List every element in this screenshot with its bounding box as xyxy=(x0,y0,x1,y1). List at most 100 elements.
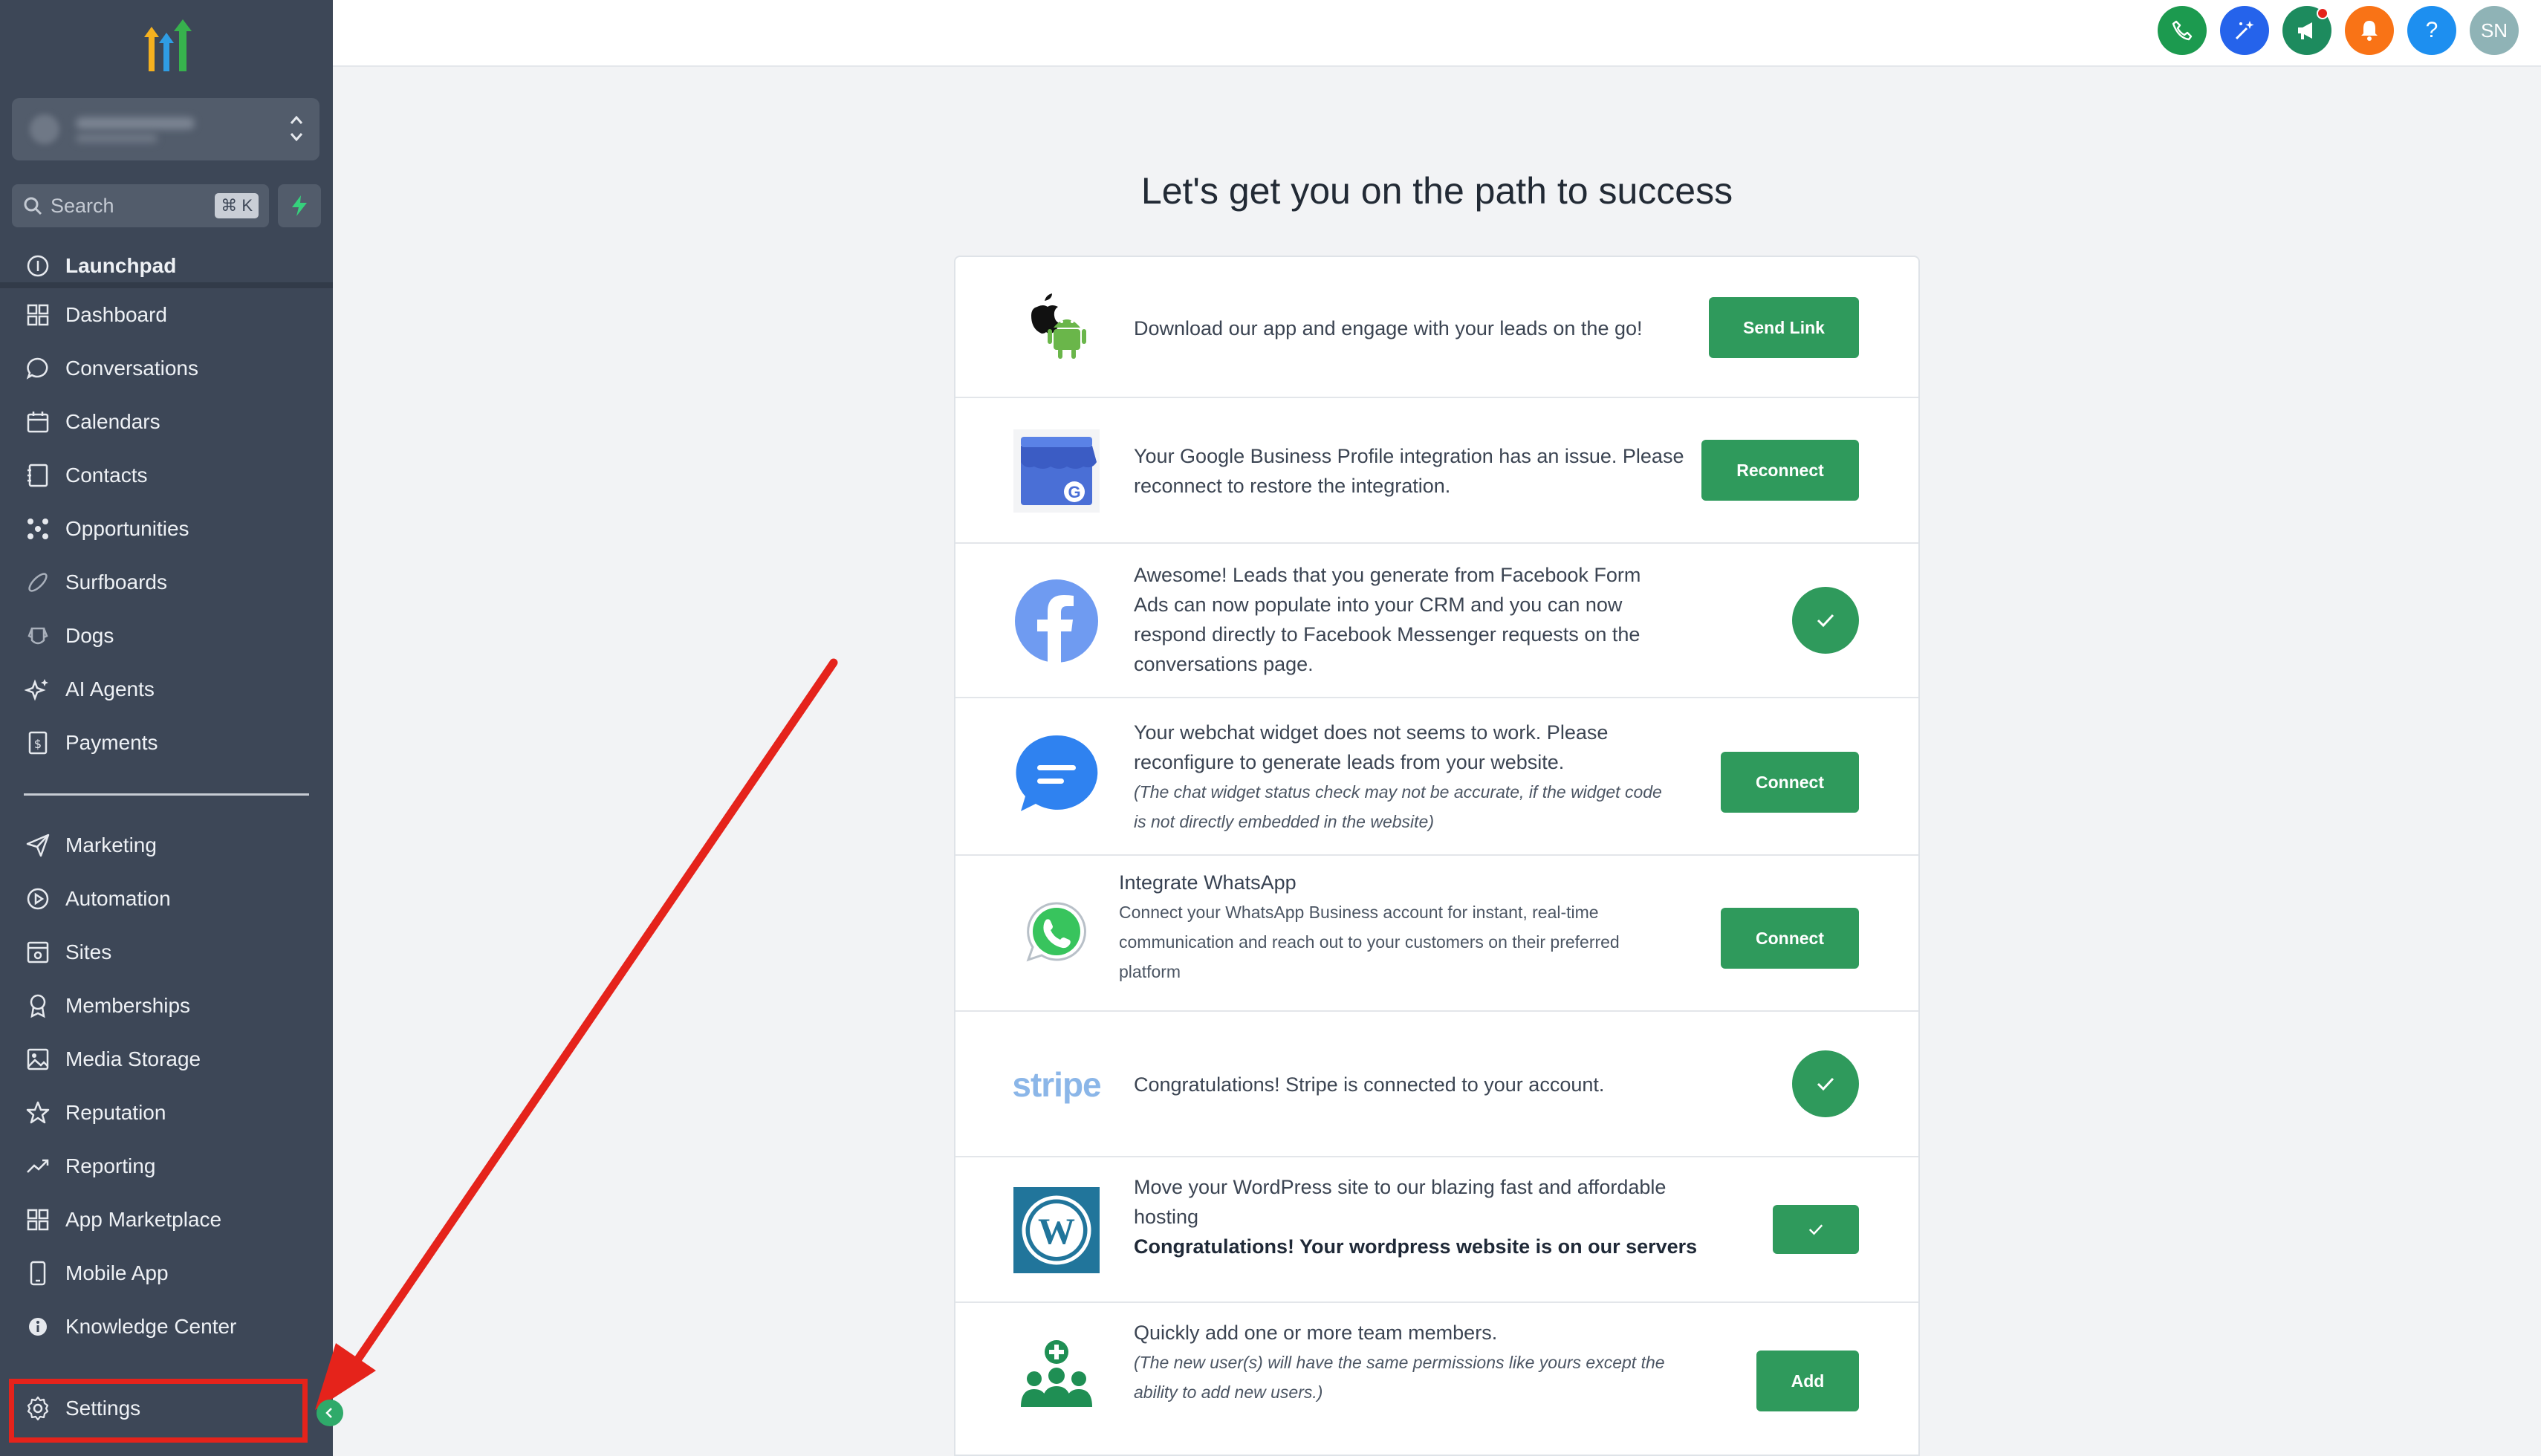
account-switcher[interactable] xyxy=(12,98,319,160)
sidebar: Search ⌘ K Launchpad Dashboard Conversat… xyxy=(0,0,333,1456)
sidebar-item-dashboard[interactable]: Dashboard xyxy=(0,288,333,342)
sidebar-item-conversations[interactable]: Conversations xyxy=(0,342,333,395)
sidebar-item-mobile-app[interactable]: Mobile App xyxy=(0,1247,333,1300)
sidebar-item-ai-agents[interactable]: AI Agents xyxy=(0,663,333,716)
sidebar-item-launchpad[interactable]: Launchpad xyxy=(0,250,333,287)
google-business-icon: G xyxy=(1012,426,1101,516)
sidebar-item-reporting[interactable]: Reporting xyxy=(0,1140,333,1193)
lightning-icon xyxy=(292,195,307,216)
sidebar-item-label: Dashboard xyxy=(65,303,167,326)
row-note: (The chat widget status check may not be… xyxy=(1134,782,1662,831)
sidebar-item-label: AI Agents xyxy=(65,677,155,701)
sidebar-item-knowledge-center[interactable]: Knowledge Center xyxy=(0,1300,333,1353)
contacts-icon xyxy=(24,461,52,490)
sidebar-item-payments[interactable]: $ Payments xyxy=(0,716,333,770)
sidebar-item-sites[interactable]: Sites xyxy=(0,926,333,979)
row-text: Download our app and engage with your le… xyxy=(1134,317,1643,339)
checklist-row-team: Quickly add one or more team members. (T… xyxy=(955,1303,1918,1456)
opportunities-icon xyxy=(24,515,52,543)
checkmark-icon xyxy=(1808,1224,1823,1235)
sidebar-item-label: Automation xyxy=(65,887,171,910)
phone-button[interactable] xyxy=(2158,6,2207,55)
top-bar: ? SN xyxy=(333,0,2541,67)
notifications-button[interactable] xyxy=(2345,6,2394,55)
star-icon xyxy=(24,1099,52,1127)
grid-icon xyxy=(24,1206,52,1234)
connect-whatsapp-button[interactable]: Connect xyxy=(1721,908,1859,969)
row-text-block: Integrate WhatsApp Connect your WhatsApp… xyxy=(1119,868,1684,987)
row-note: (The new user(s) will have the same perm… xyxy=(1134,1353,1665,1402)
checklist-row-mobile-app: Download our app and engage with your le… xyxy=(955,257,1918,398)
chat-bubble-icon xyxy=(24,354,52,383)
ai-assistant-button[interactable] xyxy=(2220,6,2269,55)
image-icon xyxy=(24,1045,52,1073)
onboarding-checklist-card: Download our app and engage with your le… xyxy=(954,256,1920,1456)
scroll-shadow xyxy=(0,282,333,288)
sidebar-item-reputation[interactable]: Reputation xyxy=(0,1086,333,1140)
add-team-member-button[interactable]: Add xyxy=(1756,1351,1859,1411)
checklist-row-stripe: stripe Congratulations! Stripe is connec… xyxy=(955,1012,1918,1157)
checklist-row-wordpress: W Move your WordPress site to our blazin… xyxy=(955,1157,1918,1303)
sidebar-item-marketing[interactable]: Marketing xyxy=(0,819,333,872)
sidebar-item-opportunities[interactable]: Opportunities xyxy=(0,502,333,556)
notification-dot xyxy=(2317,7,2329,19)
checklist-row-facebook: Awesome! Leads that you generate from Fa… xyxy=(955,544,1918,698)
chevron-updown-icon xyxy=(290,115,303,142)
whatsapp-icon xyxy=(1012,888,1101,978)
sidebar-item-contacts[interactable]: Contacts xyxy=(0,449,333,502)
sidebar-item-label: Reputation xyxy=(65,1101,166,1124)
reconnect-button[interactable]: Reconnect xyxy=(1701,440,1859,501)
row-text: Awesome! Leads that you generate from Fa… xyxy=(1134,564,1641,675)
surfboard-icon xyxy=(24,568,52,597)
row-text: Your webchat widget does not seems to wo… xyxy=(1134,721,1609,773)
quick-action-button[interactable] xyxy=(278,184,321,227)
award-icon xyxy=(24,992,52,1020)
row-text: Quickly add one or more team members. xyxy=(1134,1322,1498,1344)
stripe-icon: stripe xyxy=(1012,1040,1101,1129)
row-text: Congratulations! Stripe is connected to … xyxy=(1134,1073,1605,1096)
dashboard-icon xyxy=(24,301,52,329)
team-add-icon xyxy=(1012,1336,1101,1425)
sidebar-collapse-button[interactable] xyxy=(317,1400,343,1426)
sidebar-item-calendars[interactable]: Calendars xyxy=(0,395,333,449)
rocket-icon xyxy=(24,252,52,280)
sidebar-item-label: Sites xyxy=(65,940,112,963)
account-subtitle-blurred xyxy=(76,134,158,143)
sidebar-item-memberships[interactable]: Memberships xyxy=(0,979,333,1033)
row-text-block: Quickly add one or more team members. (T… xyxy=(1134,1318,1669,1407)
row-text: Your Google Business Profile integration… xyxy=(1134,445,1684,497)
magic-wand-icon xyxy=(2235,21,2254,40)
sidebar-item-media-storage[interactable]: Media Storage xyxy=(0,1033,333,1086)
row-text-block: Move your WordPress site to our blazing … xyxy=(1134,1172,1698,1261)
mobile-icon xyxy=(24,1259,52,1287)
stripe-logo-text: stripe xyxy=(1012,1065,1101,1104)
chevron-left-icon xyxy=(325,1408,332,1418)
user-avatar-button[interactable]: SN xyxy=(2470,6,2519,55)
sidebar-item-automation[interactable]: Automation xyxy=(0,872,333,926)
sidebar-item-label: Mobile App xyxy=(65,1261,169,1284)
send-link-button[interactable]: Send Link xyxy=(1709,297,1859,358)
automation-icon xyxy=(24,885,52,913)
sidebar-item-label: Launchpad xyxy=(65,254,177,277)
announcements-button[interactable] xyxy=(2282,6,2331,55)
help-button[interactable]: ? xyxy=(2407,6,2456,55)
sidebar-item-label: Media Storage xyxy=(65,1047,201,1070)
brand-logo xyxy=(144,19,192,71)
connect-webchat-button[interactable]: Connect xyxy=(1721,752,1859,813)
sidebar-item-surfboards[interactable]: Surfboards xyxy=(0,556,333,609)
svg-text:$: $ xyxy=(34,737,42,751)
sidebar-item-label: Payments xyxy=(65,731,158,754)
sidebar-divider xyxy=(24,793,309,796)
search-icon xyxy=(24,197,42,215)
search-input[interactable]: Search ⌘ K xyxy=(12,184,269,227)
sidebar-item-label: Opportunities xyxy=(65,517,189,540)
bell-icon xyxy=(2361,21,2378,41)
checklist-row-webchat: Your webchat widget does not seems to wo… xyxy=(955,698,1918,856)
sidebar-item-label: Reporting xyxy=(65,1154,156,1177)
sidebar-item-label: Calendars xyxy=(65,410,160,433)
sidebar-item-dogs[interactable]: Dogs xyxy=(0,609,333,663)
sidebar-item-label: Memberships xyxy=(65,994,191,1017)
sidebar-item-app-marketplace[interactable]: App Marketplace xyxy=(0,1193,333,1247)
sidebar-item-label: Knowledge Center xyxy=(65,1315,237,1338)
svg-text:G: G xyxy=(1068,483,1080,501)
